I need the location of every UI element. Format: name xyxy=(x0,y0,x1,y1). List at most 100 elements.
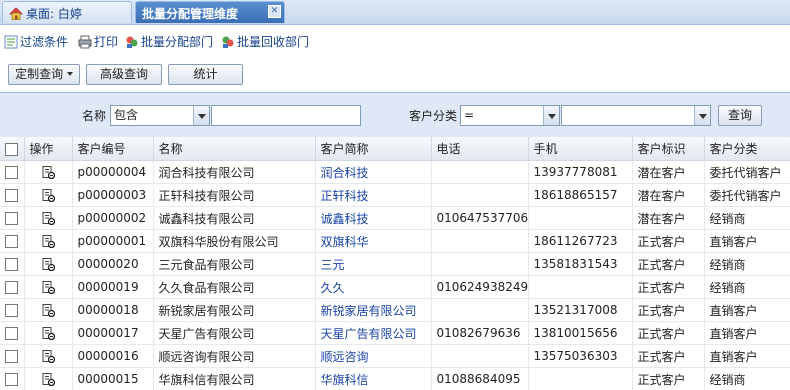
row-checkbox-cell[interactable] xyxy=(0,298,25,322)
batch-recall-dept-button[interactable]: 批量回收部门 xyxy=(221,33,309,50)
row-action-cell[interactable] xyxy=(24,229,73,253)
table-row[interactable]: 00000017 天星广告有限公司 天星广告有限公司 01082679636 13810… xyxy=(0,321,790,345)
row-checkbox[interactable] xyxy=(5,166,19,179)
tab-batch-assign[interactable]: 批量分配管理维度 ✕ xyxy=(135,1,285,23)
custom-query-button[interactable]: 定制查询 xyxy=(8,64,80,85)
customer-short-name-link[interactable]: 诚鑫科技 xyxy=(315,206,432,230)
edit-icon[interactable] xyxy=(41,211,55,226)
name-operator-select[interactable]: 包含 xyxy=(110,105,210,126)
edit-icon[interactable] xyxy=(41,257,55,272)
customer-short-name-link[interactable]: 顺远咨询 xyxy=(315,344,432,368)
batch-assign-dept-button[interactable]: 批量分配部门 xyxy=(125,33,213,50)
row-checkbox-cell[interactable] xyxy=(0,275,25,299)
row-checkbox-cell[interactable] xyxy=(0,367,25,390)
customer-phone: 01082679636 xyxy=(431,321,529,345)
customer-name: 顺远咨询有限公司 xyxy=(153,344,316,368)
row-action-cell[interactable] xyxy=(24,321,73,345)
row-action-cell[interactable] xyxy=(24,160,73,184)
column-header[interactable]: 名称 xyxy=(153,137,316,161)
category-value-select[interactable] xyxy=(561,105,711,126)
customer-mobile: 18618865157 xyxy=(528,183,633,207)
edit-icon[interactable] xyxy=(41,372,55,387)
row-action-cell[interactable] xyxy=(24,206,73,230)
tab-batch-assign-label: 批量分配管理维度 xyxy=(142,7,239,21)
select-all-cell[interactable] xyxy=(0,137,25,161)
row-checkbox[interactable] xyxy=(5,281,19,294)
row-checkbox-cell[interactable] xyxy=(0,206,25,230)
chevron-down-icon[interactable] xyxy=(694,106,710,125)
table-row[interactable]: p00000001 双旗科华股份有限公司 双旗科华 18611267723 正式客户 直销… xyxy=(0,229,790,253)
row-checkbox[interactable] xyxy=(5,212,19,225)
row-checkbox[interactable] xyxy=(5,327,19,340)
row-checkbox-cell[interactable] xyxy=(0,252,25,276)
row-action-cell[interactable] xyxy=(24,275,73,299)
customer-short-name-link[interactable]: 天星广告有限公司 xyxy=(315,321,432,345)
close-icon[interactable]: ✕ xyxy=(268,5,281,18)
row-checkbox-cell[interactable] xyxy=(0,160,25,184)
column-header[interactable]: 操作 xyxy=(24,137,73,161)
row-checkbox[interactable] xyxy=(5,373,19,386)
chevron-down-icon[interactable] xyxy=(66,72,73,76)
table-row[interactable]: 00000018 新锐家居有限公司 新锐家居有限公司 13521317008 正式客户直… xyxy=(0,298,790,322)
row-action-cell[interactable] xyxy=(24,367,73,390)
edit-icon[interactable] xyxy=(41,188,55,203)
chevron-down-icon[interactable] xyxy=(193,106,209,125)
customer-short-name-link[interactable]: 华旗科信 xyxy=(315,367,432,390)
custom-query-label: 定制查询 xyxy=(15,67,64,81)
edit-icon[interactable] xyxy=(41,349,55,364)
search-button[interactable]: 查询 xyxy=(718,105,762,126)
row-checkbox-cell[interactable] xyxy=(0,321,25,345)
customer-short-name-link[interactable]: 润合科技 xyxy=(315,160,432,184)
edit-icon[interactable] xyxy=(41,303,55,318)
customer-short-name-link[interactable]: 久久 xyxy=(315,275,432,299)
column-header[interactable]: 客户分类 xyxy=(704,137,790,161)
select-all-checkbox[interactable] xyxy=(5,142,19,156)
table-row[interactable]: p00000004 润合科技有限公司 润合科技 13937778081 潜在客户 委托代销… xyxy=(0,160,790,184)
customer-flag: 潜在客户 xyxy=(632,183,705,207)
name-operator-value: 包含 xyxy=(114,108,139,122)
tab-desktop[interactable]: 桌面: 白婷 xyxy=(2,1,132,23)
customer-short-name-link[interactable]: 新锐家居有限公司 xyxy=(315,298,432,322)
table-row[interactable]: 00000015 华旗科信有限公司 华旗科信 01088684095 正式客户 经销商 xyxy=(0,367,790,390)
column-header[interactable]: 客户编号 xyxy=(72,137,154,161)
row-checkbox[interactable] xyxy=(5,189,19,202)
category-operator-select[interactable]: = xyxy=(460,105,560,126)
table-row[interactable]: 00000019 久久食品有限公司 久久 010624938249 正式客户 经销商 xyxy=(0,275,790,299)
print-button[interactable]: 打印 xyxy=(78,33,118,50)
row-checkbox[interactable] xyxy=(5,258,19,271)
column-header[interactable]: 客户标识 xyxy=(632,137,705,161)
table-row[interactable]: 00000020 三元食品有限公司 三元 13581831543 正式客户 经销商 xyxy=(0,252,790,276)
row-action-cell[interactable] xyxy=(24,183,73,207)
column-header[interactable]: 电话 xyxy=(431,137,529,161)
advanced-query-button[interactable]: 高级查询 xyxy=(86,64,162,85)
row-action-cell[interactable] xyxy=(24,298,73,322)
column-header[interactable]: 手机 xyxy=(528,137,633,161)
edit-icon[interactable] xyxy=(41,280,55,295)
customer-short-name-link[interactable]: 三元 xyxy=(315,252,432,276)
edit-icon[interactable] xyxy=(41,234,55,249)
row-action-cell[interactable] xyxy=(24,344,73,368)
column-header[interactable]: 客户简称 xyxy=(315,137,432,161)
edit-icon[interactable] xyxy=(41,326,55,341)
table-row[interactable]: p00000003 正轩科技有限公司 正轩科技 18618865157 潜在客户 委托代销… xyxy=(0,183,790,207)
customer-mobile: 13575036303 xyxy=(528,344,633,368)
row-checkbox-cell[interactable] xyxy=(0,344,25,368)
row-checkbox[interactable] xyxy=(5,304,19,317)
row-checkbox[interactable] xyxy=(5,350,19,363)
table-row[interactable]: 00000016 顺远咨询有限公司 顺远咨询 13575036303 正式客户 直销客户 xyxy=(0,344,790,368)
name-value-input[interactable] xyxy=(211,105,361,126)
stats-button[interactable]: 统计 xyxy=(168,64,243,85)
customer-short-name-link[interactable]: 双旗科华 xyxy=(315,229,432,253)
edit-icon[interactable] xyxy=(41,165,55,180)
chevron-down-icon[interactable] xyxy=(543,106,559,125)
row-action-cell[interactable] xyxy=(24,252,73,276)
row-checkbox[interactable] xyxy=(5,235,19,248)
customer-category: 直销客户 xyxy=(704,229,790,253)
customer-short-name-link[interactable]: 正轩科技 xyxy=(315,183,432,207)
filter-conditions-button[interactable]: 过滤条件 xyxy=(4,33,68,50)
customer-code: p00000003 xyxy=(72,183,154,207)
row-checkbox-cell[interactable] xyxy=(0,229,25,253)
table-row[interactable]: p00000002 诚鑫科技有限公司 诚鑫科技 010647537706 潜在客户 经销商 xyxy=(0,206,790,230)
row-checkbox-cell[interactable] xyxy=(0,183,25,207)
customer-grid: 操作 客户编号 名称 客户简称 电话 手机 客户标识 客户分类 p0000000… xyxy=(0,137,790,390)
